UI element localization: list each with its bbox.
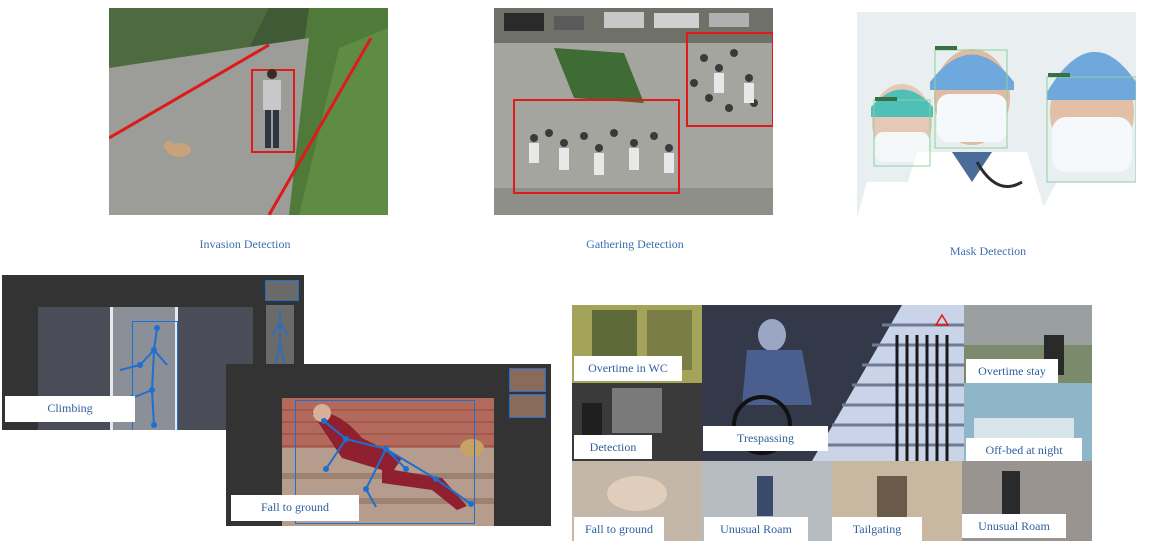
tile-trespassing: Trespassing (702, 305, 964, 461)
tile-overtime-stay: Overtime stay (964, 305, 1092, 383)
tile-fall: Fall to ground (572, 461, 702, 541)
climbing-thumb-1 (265, 280, 299, 301)
label-unusual-roam-2: Unusual Roam (962, 514, 1066, 538)
invasion-detection-image (109, 8, 388, 215)
label-offbed: Off-bed at night (966, 438, 1082, 461)
tile-detection: Detection (572, 383, 702, 461)
gathering-detection-image (494, 8, 773, 215)
fall-panel: Fall to ground (226, 364, 551, 526)
mask-detection-image (857, 12, 1136, 218)
label-fall: Fall to ground (574, 517, 664, 541)
invasion-caption: Invasion Detection (199, 237, 291, 251)
mask-scene (857, 12, 1136, 218)
tile-offbed: Off-bed at night (964, 383, 1092, 461)
label-trespassing: Trespassing (703, 426, 828, 451)
fall-thumb-1 (509, 368, 546, 392)
tile-unusual-roam-1: Unusual Roam (702, 461, 832, 541)
gathering-scene (494, 8, 773, 215)
fall-label: Fall to ground (231, 495, 359, 521)
label-detection: Detection (574, 435, 652, 459)
label-tailgating: Tailgating (832, 517, 922, 541)
scenario-grid: Overtime in WC Detection Trespassing Ove… (572, 305, 1092, 541)
fall-thumb-2 (509, 394, 546, 418)
mask-caption: Mask Detection (949, 244, 1027, 258)
tile-tailgating: Tailgating (832, 461, 962, 541)
tile-overtime-wc: Overtime in WC (572, 305, 702, 383)
label-unusual-roam-1: Unusual Roam (704, 517, 808, 541)
label-overtime-stay: Overtime stay (966, 359, 1058, 383)
climbing-label: Climbing (5, 396, 135, 422)
invasion-scene (109, 8, 388, 215)
gathering-caption: Gathering Detection (586, 237, 684, 251)
label-overtime-wc: Overtime in WC (574, 356, 682, 381)
tile-unusual-roam-2: Unusual Roam (962, 461, 1092, 541)
